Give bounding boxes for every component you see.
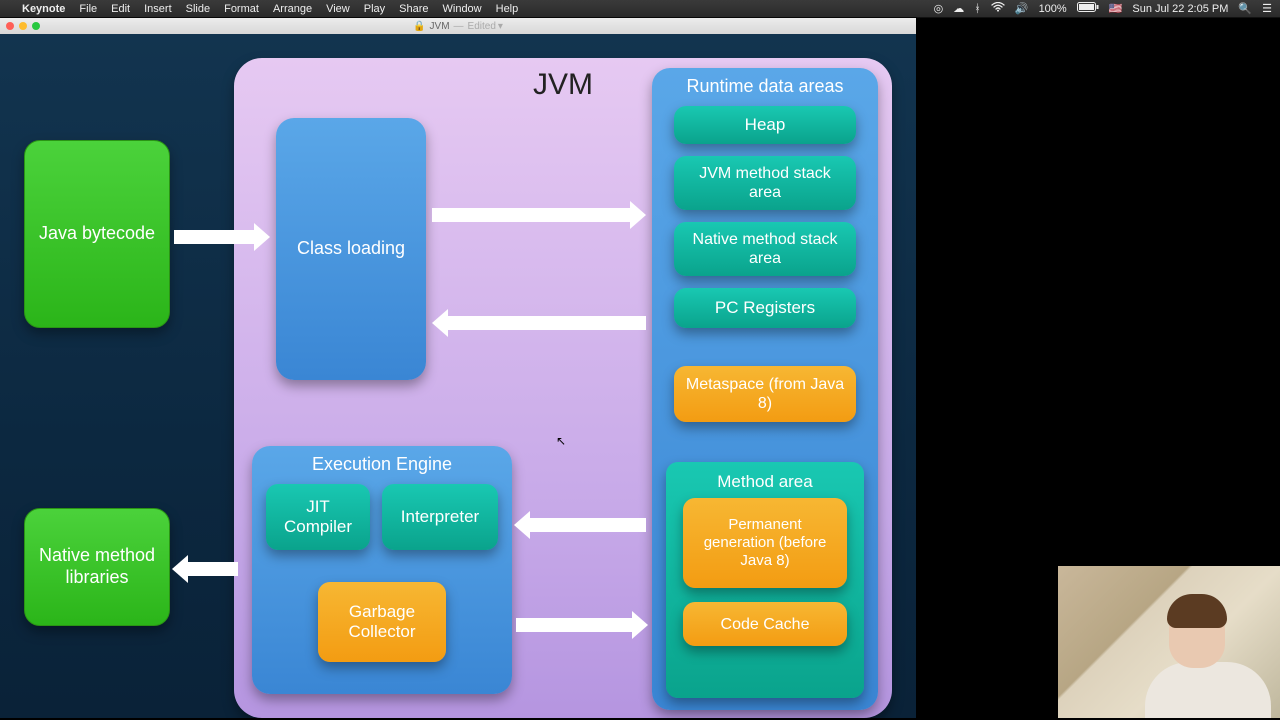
battery-percent: 100% <box>1039 3 1067 15</box>
arrow-runtime-to-classloading <box>446 316 646 330</box>
node-garbage-collector[interactable]: Garbage Collector <box>318 582 446 662</box>
label-gc: Garbage Collector <box>328 602 436 643</box>
battery-icon <box>1077 2 1099 15</box>
window-title-doc[interactable]: JVM <box>430 21 450 32</box>
menu-insert[interactable]: Insert <box>144 3 172 15</box>
menubar-app-name[interactable]: Keynote <box>22 3 65 15</box>
slide-canvas[interactable]: Java bytecode Native method libraries JV… <box>0 34 916 718</box>
wifi-icon <box>991 2 1005 15</box>
label-heap: Heap <box>745 115 786 135</box>
label-pc: PC Registers <box>715 298 815 318</box>
label-native-stack: Native method stack area <box>684 230 846 268</box>
menu-help[interactable]: Help <box>496 3 519 15</box>
menubar-status: ◎ ☁︎ ᚼ 🔊 100% 🇺🇸 Sun Jul 22 2:05 PM 🔍 ☰ <box>934 2 1272 15</box>
label-jit: JIT Compiler <box>276 497 360 538</box>
node-native-stack[interactable]: Native method stack area <box>674 222 856 276</box>
menu-format[interactable]: Format <box>224 3 259 15</box>
node-jit-compiler[interactable]: JIT Compiler <box>266 484 370 550</box>
node-pc-registers[interactable]: PC Registers <box>674 288 856 328</box>
node-interpreter[interactable]: Interpreter <box>382 484 498 550</box>
menu-window[interactable]: Window <box>443 3 482 15</box>
zoom-icon[interactable] <box>32 22 40 30</box>
window-title-state: Edited <box>468 21 496 32</box>
traffic-lights[interactable] <box>6 22 40 30</box>
node-native-libs[interactable]: Native method libraries <box>24 508 170 626</box>
close-icon[interactable] <box>6 22 14 30</box>
label-class-loading: Class loading <box>297 238 405 260</box>
lock-icon: 🔒 <box>413 21 425 32</box>
arrow-classloading-to-runtime <box>432 208 632 222</box>
label-jvm-stack: JVM method stack area <box>684 164 846 202</box>
runtime-title: Runtime data areas <box>652 68 878 97</box>
arrow-bytecode-to-jvm <box>174 230 256 244</box>
method-area-title: Method area <box>676 468 854 498</box>
menu-edit[interactable]: Edit <box>111 3 130 15</box>
keynote-window: 🔒 JVM — Edited ▾ Java bytecode Native me… <box>0 18 916 718</box>
macos-menubar: Keynote File Edit Insert Slide Format Ar… <box>0 0 1280 18</box>
container-method-area[interactable]: Method area Permanent generation (before… <box>666 462 864 698</box>
node-code-cache[interactable]: Code Cache <box>683 602 847 646</box>
container-execution-engine[interactable]: Execution Engine JIT Compiler Interprete… <box>252 446 512 694</box>
node-class-loading[interactable]: Class loading <box>276 118 426 380</box>
volume-icon: 🔊 <box>1015 2 1029 15</box>
menu-file[interactable]: File <box>79 3 97 15</box>
node-heap[interactable]: Heap <box>674 106 856 144</box>
label-permgen: Permanent generation (before Java 8) <box>693 516 837 570</box>
window-titlebar: 🔒 JVM — Edited ▾ <box>0 18 916 34</box>
menu-hamburger-icon[interactable]: ☰ <box>1262 2 1272 15</box>
menu-view[interactable]: View <box>326 3 350 15</box>
arrow-jvm-to-native-libs <box>186 562 238 576</box>
mouse-cursor-icon: ↖ <box>556 434 566 448</box>
cloud-icon: ☁︎ <box>953 2 964 15</box>
clock: Sun Jul 22 2:05 PM <box>1132 3 1228 15</box>
execution-engine-title: Execution Engine <box>252 446 512 475</box>
node-jvm-stack[interactable]: JVM method stack area <box>674 156 856 210</box>
menu-arrange[interactable]: Arrange <box>273 3 312 15</box>
node-permgen[interactable]: Permanent generation (before Java 8) <box>683 498 847 588</box>
label-java-bytecode: Java bytecode <box>39 223 155 245</box>
menu-slide[interactable]: Slide <box>186 3 210 15</box>
presenter-silhouette <box>1145 588 1265 718</box>
arrow-execengine-to-runtime <box>516 618 634 632</box>
bluetooth-icon: ᚼ <box>974 3 981 15</box>
label-metaspace: Metaspace (from Java 8) <box>684 375 846 413</box>
node-metaspace[interactable]: Metaspace (from Java 8) <box>674 366 856 422</box>
webcam-overlay <box>1058 566 1280 718</box>
label-code-cache: Code Cache <box>721 615 810 634</box>
circle-icon: ◎ <box>934 2 944 15</box>
node-java-bytecode[interactable]: Java bytecode <box>24 140 170 328</box>
container-runtime-data[interactable]: Runtime data areas Heap JVM method stack… <box>652 68 878 710</box>
arrow-runtime-to-execengine <box>528 518 646 532</box>
label-native-libs: Native method libraries <box>35 545 159 588</box>
minimize-icon[interactable] <box>19 22 27 30</box>
menu-play[interactable]: Play <box>364 3 385 15</box>
label-interpreter: Interpreter <box>401 507 479 527</box>
flag-icon: 🇺🇸 <box>1109 2 1123 15</box>
menu-share[interactable]: Share <box>399 3 428 15</box>
search-icon[interactable]: 🔍 <box>1238 2 1252 15</box>
container-jvm[interactable]: JVM Class loading Execution Engine JIT C… <box>234 58 892 718</box>
